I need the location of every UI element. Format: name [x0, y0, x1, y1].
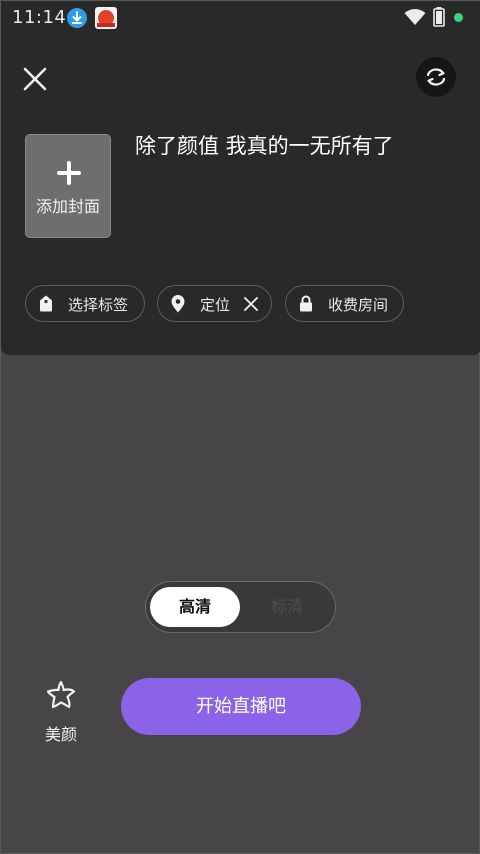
add-cover-label: 添加封面: [35, 197, 100, 216]
remove-location-icon[interactable]: [244, 297, 258, 311]
camera-flip-button[interactable]: [416, 57, 456, 97]
beauty-star-icon: [46, 680, 76, 709]
battery-icon: [433, 7, 445, 31]
setup-panel: 添加封面 除了颜值 我真的一无所有了 选择标签 定位 收费房间: [1, 35, 480, 355]
tag-icon: [40, 295, 52, 312]
location-label: 定位: [200, 296, 231, 314]
close-button[interactable]: [19, 63, 51, 95]
paid-room-label: 收费房间: [328, 296, 389, 314]
quality-toggle: 高清 标清: [145, 581, 336, 633]
plus-icon: [57, 161, 81, 185]
select-tags-label: 选择标签: [68, 296, 129, 314]
live-title-input[interactable]: 除了颜值 我真的一无所有了: [135, 132, 455, 160]
live-setup-screen: 11:14 添加封面 除了颜值 我真的一无所有了 选择标签 定位 收费房间 高清…: [0, 0, 480, 854]
quality-option-sd[interactable]: 标清: [242, 587, 332, 627]
camera-flip-icon: [426, 68, 446, 86]
quality-option-hd[interactable]: 高清: [150, 587, 240, 627]
notification-dot: [454, 13, 463, 22]
start-live-button[interactable]: 开始直播吧: [121, 678, 361, 735]
wifi-icon: [404, 8, 426, 30]
location-pin-icon: [171, 295, 185, 313]
status-time: 11:14: [12, 7, 67, 28]
location-chip[interactable]: 定位: [157, 285, 272, 322]
paid-room-chip[interactable]: 收费房间: [285, 285, 404, 322]
lock-icon: [300, 295, 312, 312]
beauty-label: 美颜: [44, 725, 77, 744]
beauty-button[interactable]: 美颜: [39, 677, 83, 747]
download-icon: [67, 8, 87, 28]
app-icon: [95, 7, 117, 29]
close-icon: [23, 67, 47, 91]
select-tags-chip[interactable]: 选择标签: [25, 285, 145, 322]
status-bar: 11:14: [1, 1, 480, 35]
add-cover-button[interactable]: 添加封面: [25, 134, 111, 238]
